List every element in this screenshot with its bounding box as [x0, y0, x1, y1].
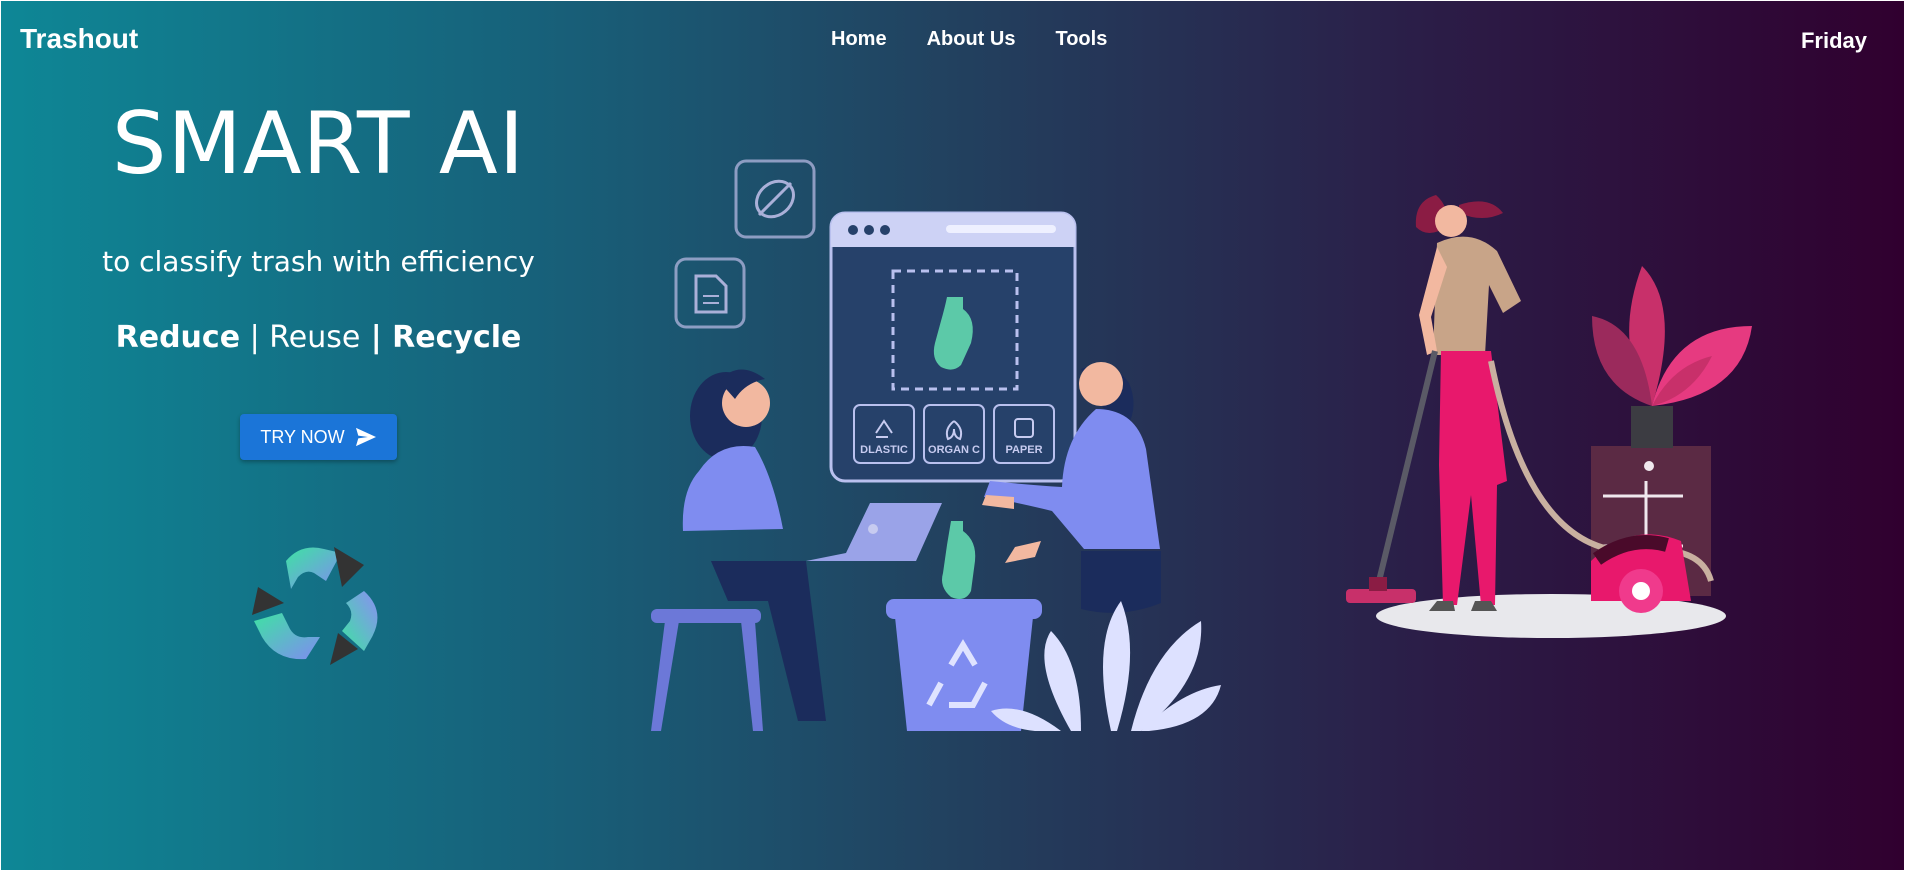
slogan-separator-1: | — [240, 320, 270, 355]
label-organic: ORGAN C — [928, 444, 980, 456]
hero-section: Trashout Home About Us Tools Friday SMAR… — [1, 1, 1904, 870]
page: Trashout Home About Us Tools Friday SMAR… — [0, 0, 1905, 871]
nav-about-us[interactable]: About Us — [927, 28, 1016, 51]
hero-slogan: Reduce | Reuse | Recycle — [61, 320, 576, 355]
recycle-logo-icon — [252, 547, 378, 665]
trash-classification-illustration: DLASTIC ORGAN C PAPER — [651, 159, 1221, 731]
try-now-button[interactable]: TRY NOW — [240, 414, 397, 460]
hero-subheading: to classify trash with efficiency — [102, 245, 535, 278]
nav-home[interactable]: Home — [831, 28, 887, 51]
send-icon — [355, 427, 376, 447]
slogan-separator-2: | — [360, 320, 393, 355]
hero-headline: SMART AI — [111, 94, 526, 194]
slogan-recycle: Recycle — [392, 320, 522, 355]
label-plastic: DLASTIC — [860, 444, 908, 456]
nav-tools[interactable]: Tools — [1055, 28, 1107, 51]
cleaning-woman-illustration — [1346, 195, 1752, 638]
brand-logo[interactable]: Trashout — [20, 23, 138, 55]
slogan-reduce: Reduce — [115, 320, 241, 355]
main-nav: Home About Us Tools — [831, 28, 1147, 51]
slogan-reuse: Reuse — [269, 320, 361, 355]
day-indicator: Friday — [1800, 28, 1867, 53]
hero-text: SMART AI to classify trash with efficien… — [61, 101, 576, 355]
try-now-label: TRY NOW — [260, 426, 345, 447]
label-paper: PAPER — [1005, 444, 1042, 456]
